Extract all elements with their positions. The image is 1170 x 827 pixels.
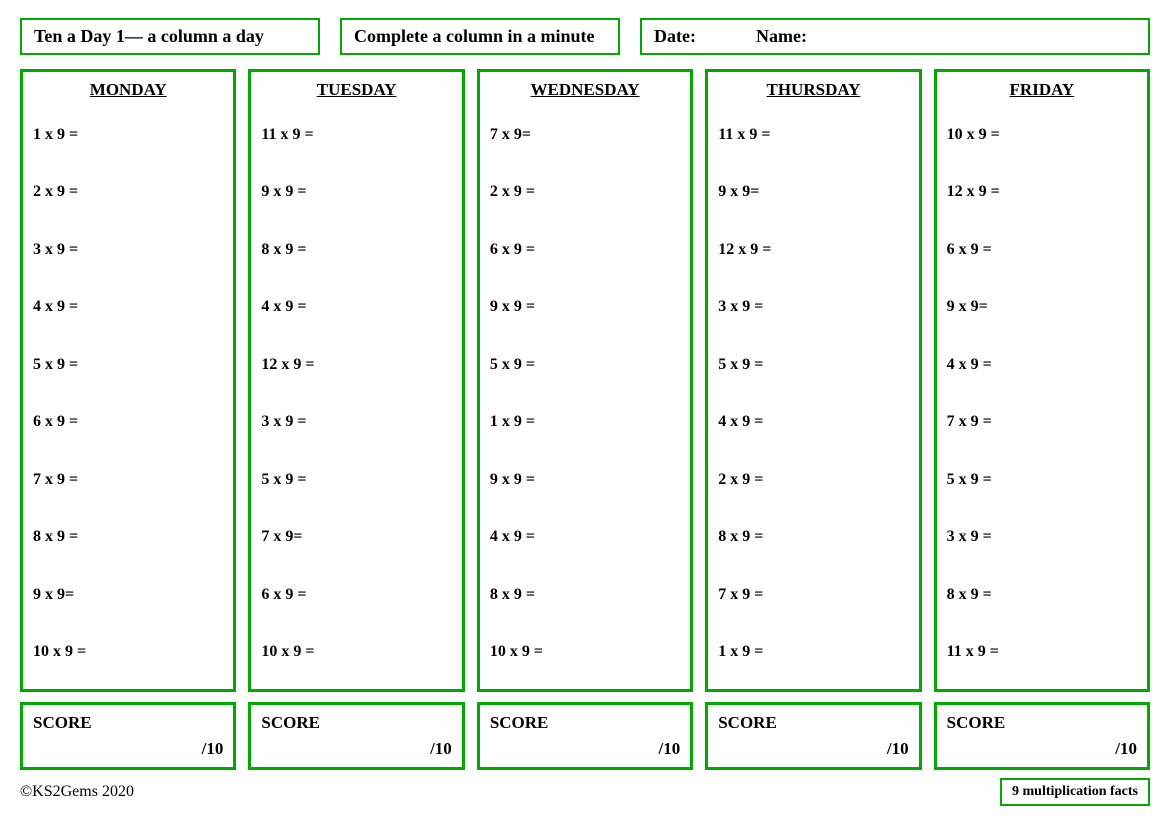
math-item-friday-1: 12 x 9 =: [947, 164, 1137, 222]
score-label-thursday: SCORE: [718, 713, 908, 733]
main-content: MONDAY1 x 9 =2 x 9 =3 x 9 =4 x 9 =5 x 9 …: [20, 69, 1150, 806]
math-item-thursday-7: 8 x 9 =: [718, 509, 908, 567]
day-header-tuesday: TUESDAY: [261, 80, 451, 100]
math-item-tuesday-8: 6 x 9 =: [261, 566, 451, 624]
title-box: Ten a Day 1— a column a day: [20, 18, 320, 55]
math-item-wednesday-1: 2 x 9 =: [490, 164, 680, 222]
day-column-wednesday: WEDNESDAY7 x 9=2 x 9 =6 x 9 =9 x 9 =5 x …: [477, 69, 693, 692]
score-value-thursday: /10: [718, 739, 908, 759]
score-box-thursday: SCORE/10: [705, 702, 921, 770]
math-item-monday-8: 9 x 9=: [33, 566, 223, 624]
math-item-friday-5: 7 x 9 =: [947, 394, 1137, 452]
math-item-tuesday-0: 11 x 9 =: [261, 106, 451, 164]
math-item-wednesday-6: 9 x 9 =: [490, 451, 680, 509]
title-text: Ten a Day 1— a column a day: [34, 26, 264, 46]
math-item-tuesday-1: 9 x 9 =: [261, 164, 451, 222]
math-item-thursday-8: 7 x 9 =: [718, 566, 908, 624]
day-header-friday: FRIDAY: [947, 80, 1137, 100]
math-item-monday-2: 3 x 9 =: [33, 221, 223, 279]
name-label: Name:: [756, 26, 807, 47]
math-item-tuesday-7: 7 x 9=: [261, 509, 451, 567]
score-label-wednesday: SCORE: [490, 713, 680, 733]
score-value-friday: /10: [947, 739, 1137, 759]
math-item-wednesday-9: 10 x 9 =: [490, 624, 680, 682]
day-header-monday: MONDAY: [33, 80, 223, 100]
math-item-monday-3: 4 x 9 =: [33, 279, 223, 337]
math-item-monday-1: 2 x 9 =: [33, 164, 223, 222]
score-box-tuesday: SCORE/10: [248, 702, 464, 770]
math-item-thursday-5: 4 x 9 =: [718, 394, 908, 452]
math-item-thursday-9: 1 x 9 =: [718, 624, 908, 682]
math-item-wednesday-2: 6 x 9 =: [490, 221, 680, 279]
math-item-tuesday-6: 5 x 9 =: [261, 451, 451, 509]
score-label-tuesday: SCORE: [261, 713, 451, 733]
math-item-friday-3: 9 x 9=: [947, 279, 1137, 337]
math-item-monday-6: 7 x 9 =: [33, 451, 223, 509]
math-item-monday-4: 5 x 9 =: [33, 336, 223, 394]
day-column-thursday: THURSDAY 11 x 9 =9 x 9=12 x 9 =3 x 9 =5 x…: [705, 69, 921, 692]
math-item-friday-9: 11 x 9 =: [947, 624, 1137, 682]
score-value-monday: /10: [33, 739, 223, 759]
math-item-tuesday-3: 4 x 9 =: [261, 279, 451, 337]
math-item-friday-7: 3 x 9 =: [947, 509, 1137, 567]
math-item-thursday-2: 12 x 9 =: [718, 221, 908, 279]
math-item-monday-9: 10 x 9 =: [33, 624, 223, 682]
facts-badge: 9 multiplication facts: [1000, 778, 1150, 806]
math-item-friday-4: 4 x 9 =: [947, 336, 1137, 394]
day-column-friday: FRIDAY 10 x 9 =12 x 9 =6 x 9 =9 x 9=4 x 9…: [934, 69, 1150, 692]
math-item-wednesday-3: 9 x 9 =: [490, 279, 680, 337]
math-item-tuesday-4: 12 x 9 =: [261, 336, 451, 394]
subtitle-box: Complete a column in a minute: [340, 18, 620, 55]
score-label-monday: SCORE: [33, 713, 223, 733]
columns-wrapper: MONDAY1 x 9 =2 x 9 =3 x 9 =4 x 9 =5 x 9 …: [20, 69, 1150, 692]
score-row: SCORE/10SCORE/10SCORE/10SCORE/10SCORE/10: [20, 702, 1150, 770]
footer-row: ©KS2Gems 2020 9 multiplication facts: [20, 778, 1150, 806]
score-box-friday: SCORE/10: [934, 702, 1150, 770]
math-item-friday-2: 6 x 9 =: [947, 221, 1137, 279]
math-item-friday-8: 8 x 9 =: [947, 566, 1137, 624]
math-item-wednesday-7: 4 x 9 =: [490, 509, 680, 567]
score-value-tuesday: /10: [261, 739, 451, 759]
math-item-tuesday-9: 10 x 9 =: [261, 624, 451, 682]
score-box-monday: SCORE/10: [20, 702, 236, 770]
day-column-tuesday: TUESDAY 11 x 9 =9 x 9 =8 x 9 =4 x 9 =12 x…: [248, 69, 464, 692]
math-item-friday-6: 5 x 9 =: [947, 451, 1137, 509]
copyright-text: ©KS2Gems 2020: [20, 783, 134, 801]
date-name-box: Date: Name:: [640, 18, 1150, 55]
math-item-thursday-3: 3 x 9 =: [718, 279, 908, 337]
math-item-thursday-4: 5 x 9 =: [718, 336, 908, 394]
date-label: Date:: [654, 26, 696, 47]
score-label-friday: SCORE: [947, 713, 1137, 733]
math-item-friday-0: 10 x 9 =: [947, 106, 1137, 164]
math-item-thursday-1: 9 x 9=: [718, 164, 908, 222]
math-item-monday-7: 8 x 9 =: [33, 509, 223, 567]
math-item-tuesday-2: 8 x 9 =: [261, 221, 451, 279]
day-column-monday: MONDAY 1 x 9 =2 x 9 =3 x 9 =4 x 9 =5 x 9 …: [20, 69, 236, 692]
score-box-wednesday: SCORE/10: [477, 702, 693, 770]
day-header-wednesday: WEDNESDAY: [490, 80, 680, 100]
math-item-tuesday-5: 3 x 9 =: [261, 394, 451, 452]
score-value-wednesday: /10: [490, 739, 680, 759]
math-item-thursday-0: 11 x 9 =: [718, 106, 908, 164]
header-row: Ten a Day 1— a column a day Complete a c…: [20, 18, 1150, 55]
subtitle-text: Complete a column in a minute: [354, 26, 595, 46]
math-item-monday-0: 1 x 9 =: [33, 106, 223, 164]
math-item-wednesday-0: 7 x 9=: [490, 106, 680, 164]
facts-text: 9 multiplication facts: [1012, 784, 1138, 799]
math-item-monday-5: 6 x 9 =: [33, 394, 223, 452]
day-header-thursday: THURSDAY: [718, 80, 908, 100]
math-item-wednesday-5: 1 x 9 =: [490, 394, 680, 452]
math-item-wednesday-8: 8 x 9 =: [490, 566, 680, 624]
math-item-wednesday-4: 5 x 9 =: [490, 336, 680, 394]
math-item-thursday-6: 2 x 9 =: [718, 451, 908, 509]
